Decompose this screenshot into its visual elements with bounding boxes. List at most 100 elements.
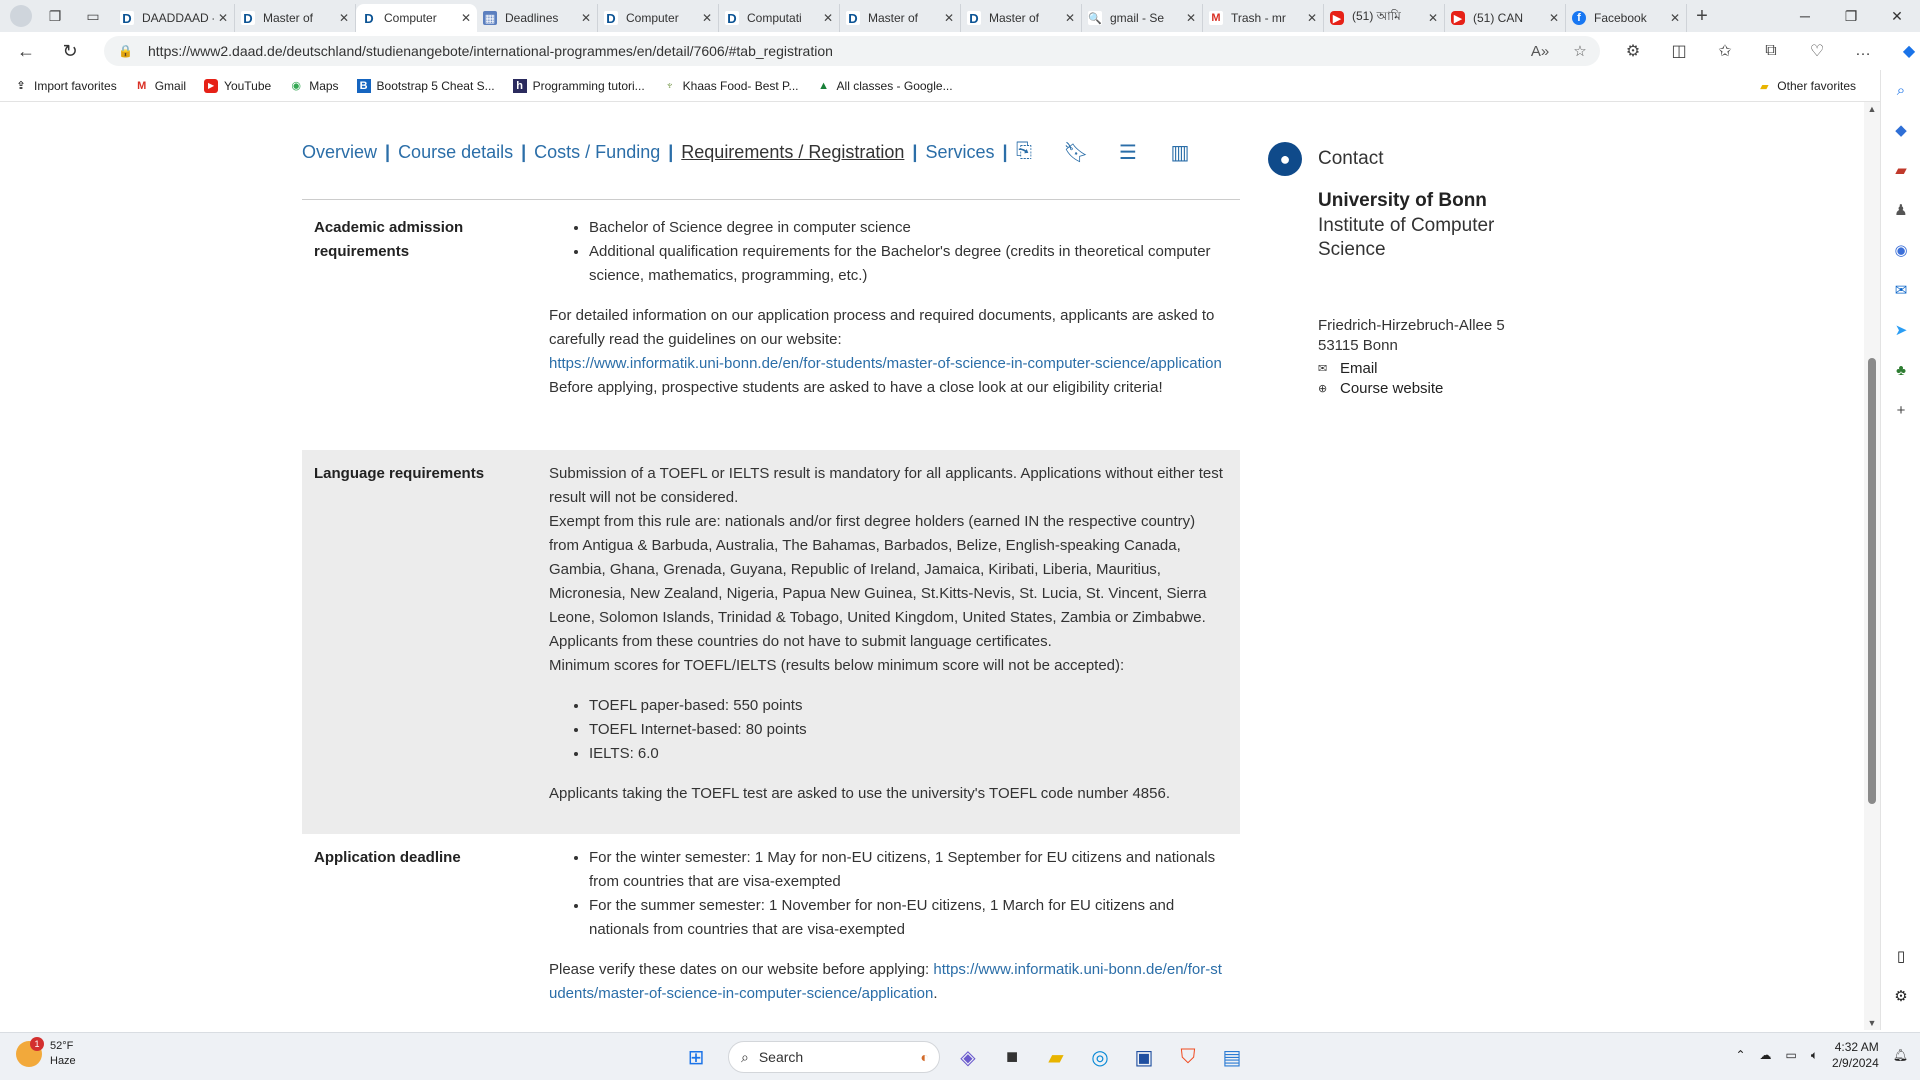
pdf-icon[interactable]: ⎘ <box>998 140 1050 165</box>
browser-tab[interactable]: D Master of ✕ <box>961 4 1082 32</box>
url-text[interactable]: https://www2.daad.de/deutschland/studien… <box>148 43 1520 59</box>
tab-close-icon[interactable]: ✕ <box>339 11 349 25</box>
read-aloud-icon[interactable]: A» <box>1520 43 1560 60</box>
tab-close-icon[interactable]: ✕ <box>1428 11 1438 25</box>
shopping-icon[interactable]: ◆ <box>1881 110 1920 150</box>
profile-icon[interactable] <box>10 5 32 27</box>
tab-close-icon[interactable]: ✕ <box>944 11 954 25</box>
restore-icon[interactable]: ❐ <box>1828 0 1874 32</box>
minimize-icon[interactable]: ─ <box>1782 0 1828 32</box>
scroll-down-icon[interactable]: ▼ <box>1864 1018 1880 1028</box>
browser-tab[interactable]: D DAADDAAD - Int ✕ <box>114 4 235 32</box>
collections-icon[interactable]: ⧉ <box>1748 42 1794 60</box>
nav-costs-funding[interactable]: Costs / Funding <box>534 142 660 163</box>
workspaces-icon[interactable]: ❐ <box>40 3 70 29</box>
nav-course-details[interactable]: Course details <box>398 142 513 163</box>
page-scrollbar[interactable]: ▲ ▼ <box>1864 102 1880 1030</box>
split-screen-icon[interactable]: ◫ <box>1656 41 1702 61</box>
copilot-taskbar-icon[interactable]: ◈ <box>948 1039 988 1075</box>
tab-close-icon[interactable]: ✕ <box>1670 11 1680 25</box>
notifications-icon[interactable]: 🔔︎ <box>1893 1048 1908 1062</box>
favorite-youtube[interactable]: ▶ YouTube <box>204 78 271 93</box>
favorite-gmail[interactable]: M Gmail <box>135 79 186 93</box>
microsoft-365-icon[interactable]: ◉ <box>1881 230 1920 270</box>
nav-services[interactable]: Services <box>925 142 994 163</box>
clock[interactable]: 4:32 AM 2/9/2024 <box>1832 1039 1879 1071</box>
browser-tab[interactable]: ▶ (51) CAN ✕ <box>1445 4 1566 32</box>
tab-close-icon[interactable]: ✕ <box>581 11 591 25</box>
favorite-classroom[interactable]: ▲ All classes - Google... <box>817 79 953 93</box>
network-icon[interactable]: ▭ <box>1786 1048 1797 1062</box>
favorite-bootstrap[interactable]: B Bootstrap 5 Cheat S... <box>356 78 495 93</box>
tab-close-icon[interactable]: ✕ <box>1549 11 1559 25</box>
taskbar-search[interactable]: ⌕ Search ◐ <box>728 1041 940 1073</box>
favorites-icon[interactable]: ✩ <box>1702 41 1748 61</box>
store-icon[interactable]: ▣ <box>1124 1039 1164 1075</box>
file-explorer-icon[interactable]: ▰ <box>1036 1039 1076 1075</box>
bookmark-icon[interactable]: 🔖︎ <box>1050 140 1102 165</box>
sidebar-panel-icon[interactable]: ▯ <box>1881 936 1920 976</box>
tab-close-icon[interactable]: ✕ <box>1065 11 1075 25</box>
browser-tab[interactable]: D Computati ✕ <box>719 4 840 32</box>
browser-tab[interactable]: 🔍 gmail - Se ✕ <box>1082 4 1203 32</box>
other-favorites[interactable]: ▰ Other favorites <box>1757 70 1856 102</box>
nav-requirements[interactable]: Requirements / Registration <box>681 142 904 163</box>
browser-tab[interactable]: D Master of ✕ <box>840 4 961 32</box>
tab-close-icon[interactable]: ✕ <box>218 11 228 25</box>
tools-icon[interactable]: ▰ <box>1881 150 1920 190</box>
edge-browser-icon[interactable]: ◎ <box>1080 1039 1120 1075</box>
tab-actions-icon[interactable]: ▭ <box>78 3 108 29</box>
language-requirements-row: Language requirements Submission of a TO… <box>302 450 1240 834</box>
search-icon[interactable]: ⌕ <box>1881 70 1920 110</box>
chevron-up-icon[interactable]: ⌃ <box>1735 1048 1745 1062</box>
drop-icon[interactable]: ➤ <box>1881 310 1920 350</box>
email-link[interactable]: ✉ Email <box>1318 360 1378 377</box>
tab-close-icon[interactable]: ✕ <box>702 11 712 25</box>
scroll-up-icon[interactable]: ▲ <box>1864 104 1880 114</box>
browser-tab[interactable]: D Master of ✕ <box>235 4 356 32</box>
course-website-link[interactable]: ⊕ Course website <box>1318 380 1443 397</box>
more-icon[interactable]: … <box>1840 42 1886 60</box>
new-tab-button[interactable]: + <box>1687 5 1717 28</box>
favorite-programming[interactable]: h Programming tutori... <box>512 78 645 93</box>
start-icon[interactable]: ⊞ <box>676 1039 716 1075</box>
settings-gear-icon[interactable]: ⚙ <box>1881 976 1920 1016</box>
tree-icon[interactable]: ♣ <box>1881 350 1920 390</box>
favorite-maps[interactable]: ◉ Maps <box>289 79 338 93</box>
browser-tab[interactable]: M Trash - mr ✕ <box>1203 4 1324 32</box>
browser-tab[interactable]: D Computer ✕ <box>598 4 719 32</box>
onedrive-icon[interactable]: ☁ <box>1760 1048 1772 1062</box>
tab-close-icon[interactable]: ✕ <box>461 11 471 25</box>
lock-icon[interactable]: 🔒 <box>118 44 138 58</box>
games-icon[interactable]: ♟ <box>1881 190 1920 230</box>
scroll-thumb[interactable] <box>1868 358 1876 804</box>
extensions-icon[interactable]: ⚙ <box>1610 41 1656 61</box>
tab-close-icon[interactable]: ✕ <box>1307 11 1317 25</box>
favorite-khaas-food[interactable]: ♆ Khaas Food- Best P... <box>663 79 799 93</box>
close-window-icon[interactable]: ✕ <box>1874 0 1920 32</box>
address-bar[interactable]: 🔒 https://www2.daad.de/deutschland/studi… <box>104 36 1600 66</box>
favorite-import[interactable]: ⇪ Import favorites <box>14 79 116 93</box>
weather-widget[interactable]: 1 52°F Haze <box>16 1037 76 1069</box>
application-link[interactable]: https://www.informatik.uni-bonn.de/en/fo… <box>549 352 1229 376</box>
browser-essentials-icon[interactable]: ♡ <box>1794 41 1840 61</box>
volume-icon[interactable]: 🔈︎ <box>1811 1048 1818 1063</box>
browser-tab[interactable]: ▶ (51) আমি ✕ <box>1324 4 1445 32</box>
copilot-icon[interactable]: ◆ <box>1886 41 1920 61</box>
task-view-icon[interactable]: ■ <box>992 1039 1032 1075</box>
browser-tab[interactable]: D Computer ✕ <box>356 4 477 32</box>
map-icon[interactable]: ▥ <box>1154 140 1206 165</box>
compare-icon[interactable]: ☰ <box>1102 140 1154 165</box>
back-icon[interactable]: ← <box>8 35 44 67</box>
brave-browser-icon[interactable]: ⛉ <box>1168 1039 1208 1075</box>
outlook-icon[interactable]: ✉ <box>1881 270 1920 310</box>
browser-tab[interactable]: f Facebook ✕ <box>1566 4 1687 32</box>
add-icon[interactable]: + <box>1881 390 1920 430</box>
notepad-icon[interactable]: ▤ <box>1212 1039 1252 1075</box>
tab-close-icon[interactable]: ✕ <box>823 11 833 25</box>
nav-overview[interactable]: Overview <box>302 142 377 163</box>
favorite-star-icon[interactable]: ☆ <box>1560 42 1600 60</box>
browser-tab[interactable]: ▦ Deadlines ✕ <box>477 4 598 32</box>
tab-close-icon[interactable]: ✕ <box>1186 11 1196 25</box>
refresh-icon[interactable]: ↻ <box>52 35 88 67</box>
